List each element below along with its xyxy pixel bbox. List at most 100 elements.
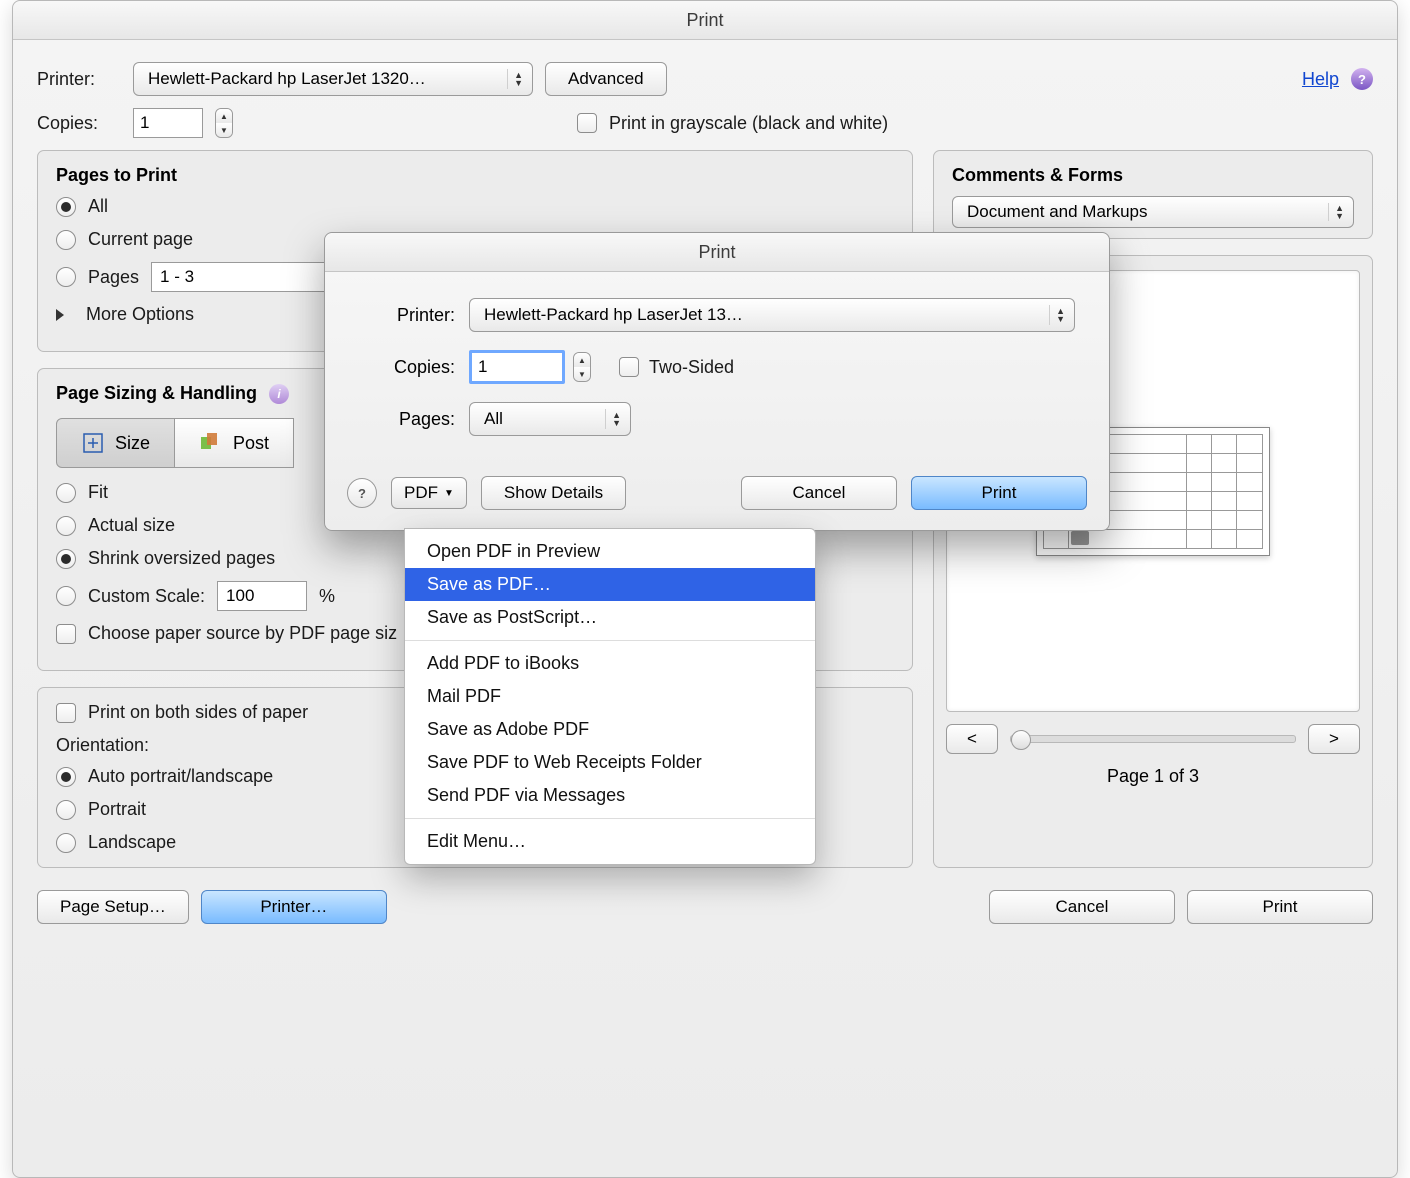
menu-save-receipts[interactable]: Save PDF to Web Receipts Folder: [405, 746, 815, 779]
updown-icon: ▲▼: [514, 71, 523, 87]
pdf-menu-button[interactable]: PDF ▼: [391, 477, 467, 509]
radio-pages-label: Pages: [88, 267, 139, 288]
preview-page-status: Page 1 of 3: [946, 766, 1360, 787]
sheet-pages-label: Pages:: [359, 409, 455, 430]
menu-save-postscript[interactable]: Save as PostScript…: [405, 601, 815, 634]
advanced-button[interactable]: Advanced: [545, 62, 667, 96]
updown-icon: ▲▼: [612, 411, 621, 427]
sheet-copies-stepper[interactable]: ▲▼: [573, 352, 591, 382]
sheet-printer-label: Printer:: [359, 305, 455, 326]
choose-source-label: Choose paper source by PDF page siz: [88, 623, 397, 644]
chevron-up-icon: ▲: [216, 109, 232, 123]
pages-range-input[interactable]: [151, 262, 349, 292]
chevron-down-icon: ▼: [574, 367, 590, 381]
radio-auto-orient-label: Auto portrait/landscape: [88, 766, 273, 787]
menu-save-adobe[interactable]: Save as Adobe PDF: [405, 713, 815, 746]
copies-label: Copies:: [37, 113, 121, 134]
radio-custom[interactable]: [56, 586, 76, 606]
choose-source-checkbox[interactable]: [56, 624, 76, 644]
radio-portrait-label: Portrait: [88, 799, 146, 820]
show-details-button[interactable]: Show Details: [481, 476, 626, 510]
printer-button[interactable]: Printer…: [201, 890, 387, 924]
sheet-pages-value: All: [484, 409, 503, 429]
both-sides-label: Print on both sides of paper: [88, 702, 308, 723]
preview-prev-button[interactable]: <: [946, 724, 998, 754]
updown-icon: ▲▼: [1335, 204, 1344, 220]
copies-input[interactable]: [133, 108, 203, 138]
sheet-copies-input[interactable]: [469, 350, 565, 384]
print-button[interactable]: Print: [1187, 890, 1373, 924]
chevron-down-icon: ▼: [216, 123, 232, 137]
radio-shrink[interactable]: [56, 549, 76, 569]
sheet-copies-label: Copies:: [359, 357, 455, 378]
dialog-title: Print: [13, 1, 1397, 40]
copies-stepper[interactable]: ▲▼: [215, 108, 233, 138]
menu-edit[interactable]: Edit Menu…: [405, 825, 815, 858]
poster-icon: [199, 431, 223, 455]
radio-current-label: Current page: [88, 229, 193, 250]
radio-fit[interactable]: [56, 483, 76, 503]
comments-forms-title: Comments & Forms: [952, 165, 1354, 186]
radio-custom-label: Custom Scale:: [88, 586, 205, 607]
sheet-printer-value: Hewlett-Packard hp LaserJet 13…: [484, 305, 743, 325]
system-print-sheet: Print Printer: Hewlett-Packard hp LaserJ…: [324, 232, 1110, 531]
both-sides-checkbox[interactable]: [56, 703, 76, 723]
twosided-label: Two-Sided: [649, 357, 734, 378]
sheet-pages-dropdown[interactable]: All ▲▼: [469, 402, 631, 436]
comments-forms-pane: Comments & Forms Document and Markups ▲▼: [933, 150, 1373, 239]
size-icon: [81, 431, 105, 455]
help-icon[interactable]: ?: [1351, 68, 1373, 90]
menu-mail-pdf[interactable]: Mail PDF: [405, 680, 815, 713]
comments-forms-dropdown[interactable]: Document and Markups ▲▼: [952, 196, 1354, 228]
poster-segment[interactable]: Post: [175, 418, 294, 468]
custom-scale-input[interactable]: [217, 581, 307, 611]
page-sizing-title: Page Sizing & Handling: [56, 383, 257, 404]
radio-actual-label: Actual size: [88, 515, 175, 536]
printer-value: Hewlett-Packard hp LaserJet 1320…: [148, 69, 426, 89]
size-segment[interactable]: Size: [56, 418, 175, 468]
menu-add-ibooks[interactable]: Add PDF to iBooks: [405, 647, 815, 680]
pdf-menu-label: PDF: [404, 483, 438, 503]
sheet-printer-dropdown[interactable]: Hewlett-Packard hp LaserJet 13… ▲▼: [469, 298, 1075, 332]
radio-landscape[interactable]: [56, 833, 76, 853]
updown-icon: ▲▼: [1056, 307, 1065, 323]
percent-label: %: [319, 586, 335, 607]
chevron-up-icon: ▲: [574, 353, 590, 367]
cancel-button[interactable]: Cancel: [989, 890, 1175, 924]
radio-fit-label: Fit: [88, 482, 108, 503]
radio-auto-orient[interactable]: [56, 767, 76, 787]
more-options-label[interactable]: More Options: [86, 304, 194, 325]
menu-save-pdf[interactable]: Save as PDF…: [405, 568, 815, 601]
twosided-checkbox[interactable]: [619, 357, 639, 377]
printer-label: Printer:: [37, 69, 121, 90]
menu-open-preview[interactable]: Open PDF in Preview: [405, 535, 815, 568]
sheet-cancel-button[interactable]: Cancel: [741, 476, 897, 510]
poster-segment-label: Post: [233, 433, 269, 454]
preview-next-button[interactable]: >: [1308, 724, 1360, 754]
radio-pages[interactable]: [56, 267, 76, 287]
grayscale-checkbox[interactable]: [577, 113, 597, 133]
radio-all-label: All: [88, 196, 108, 217]
chevron-down-icon: ▼: [444, 488, 454, 499]
preview-slider[interactable]: [1010, 735, 1296, 743]
printer-dropdown[interactable]: Hewlett-Packard hp LaserJet 1320… ▲▼: [133, 62, 533, 96]
comments-forms-value: Document and Markups: [967, 202, 1147, 222]
menu-send-messages[interactable]: Send PDF via Messages: [405, 779, 815, 812]
info-icon[interactable]: i: [269, 384, 289, 404]
help-link[interactable]: Help: [1302, 69, 1339, 90]
sheet-title: Print: [325, 233, 1109, 272]
help-icon[interactable]: ?: [347, 478, 377, 508]
radio-portrait[interactable]: [56, 800, 76, 820]
page-setup-button[interactable]: Page Setup…: [37, 890, 189, 924]
radio-landscape-label: Landscape: [88, 832, 176, 853]
radio-current[interactable]: [56, 230, 76, 250]
sheet-print-button[interactable]: Print: [911, 476, 1087, 510]
disclosure-triangle-icon[interactable]: [56, 309, 64, 321]
menu-separator: [405, 818, 815, 819]
slider-thumb[interactable]: [1011, 730, 1031, 750]
pages-to-print-title: Pages to Print: [56, 165, 894, 186]
size-segment-label: Size: [115, 433, 150, 454]
radio-all[interactable]: [56, 197, 76, 217]
radio-actual[interactable]: [56, 516, 76, 536]
radio-shrink-label: Shrink oversized pages: [88, 548, 275, 569]
